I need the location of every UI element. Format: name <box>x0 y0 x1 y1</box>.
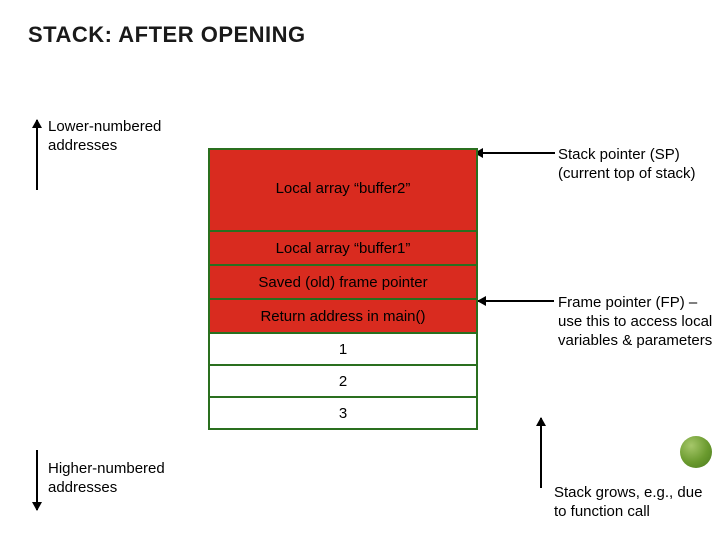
frame-pointer-label: Frame pointer (FP) – use this to access … <box>558 294 718 350</box>
decorative-sphere-icon <box>680 436 712 468</box>
arrow-up-lower-icon <box>36 120 38 190</box>
lower-addresses-label: Lower-numbered addresses <box>48 118 198 156</box>
stack-cell-arg3: 3 <box>208 396 478 430</box>
stack-cell-label: Return address in main() <box>260 308 425 325</box>
stack-cell-return-addr: Return address in main() <box>208 298 478 334</box>
sp-arrow-icon <box>475 152 555 154</box>
stack-cell-label: 3 <box>339 405 347 422</box>
stack-pointer-label: Stack pointer (SP) (current top of stack… <box>558 146 718 184</box>
arrow-up-grows-icon <box>540 418 542 488</box>
stack-cell-label: Saved (old) frame pointer <box>258 274 427 291</box>
stack-cell-buffer1: Local array “buffer1” <box>208 230 478 266</box>
higher-addresses-label: Higher-numbered addresses <box>48 460 198 498</box>
fp-arrow-icon <box>478 300 554 302</box>
stack-grows-label: Stack grows, e.g., due to function call <box>554 484 719 522</box>
stack-cell-saved-fp: Saved (old) frame pointer <box>208 264 478 300</box>
stack-cell-label: Local array “buffer1” <box>276 240 411 257</box>
stack-cell-label: 2 <box>339 373 347 390</box>
stack-cell-arg2: 2 <box>208 364 478 398</box>
stack-cell-buffer2: Local array “buffer2” <box>208 148 478 232</box>
stack-diagram: Local array “buffer2” Local array “buffe… <box>208 150 478 430</box>
stack-cell-arg1: 1 <box>208 332 478 366</box>
stack-cell-label: Local array “buffer2” <box>276 180 411 197</box>
stack-cell-label: 1 <box>339 341 347 358</box>
slide-title: STACK: AFTER OPENING <box>28 22 306 48</box>
arrow-down-higher-icon <box>36 450 38 510</box>
